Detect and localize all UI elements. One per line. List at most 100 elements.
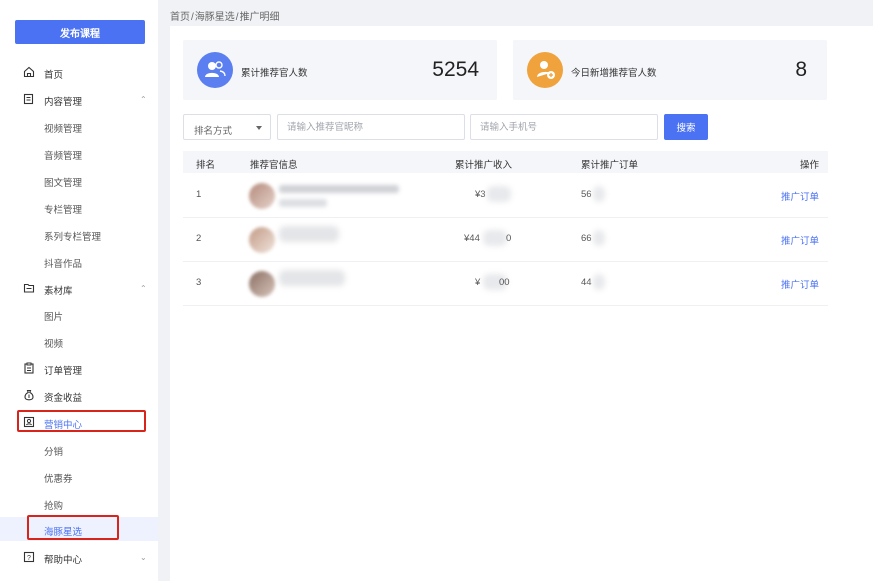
sidebar-item-douyin[interactable]: 抖音作品 (0, 249, 158, 273)
sidebar-item-label: 海豚星选 (44, 527, 83, 538)
breadcrumb-separator: / (191, 12, 194, 23)
phone-input[interactable] (470, 114, 658, 140)
sidebar-item-label: 视频管理 (44, 124, 83, 135)
cell-orders: 44 (581, 277, 592, 288)
users-icon (197, 52, 233, 88)
badge-icon (23, 416, 35, 428)
sidebar-item-label: 视频 (44, 339, 64, 350)
money-bag-icon (24, 389, 34, 401)
sidebar-item-label: 抖音作品 (44, 259, 83, 270)
breadcrumb-current: 推广明细 (239, 12, 280, 23)
chevron-up-icon: ⌃ (140, 95, 147, 104)
column-header-rank: 排名 (196, 160, 216, 171)
cell-income: ¥ (475, 277, 481, 288)
chevron-up-icon: ⌃ (140, 284, 147, 293)
redacted-name (279, 185, 399, 193)
document-icon (23, 93, 34, 105)
svg-text:?: ? (27, 555, 31, 562)
sidebar-item-content[interactable]: 内容管理 ⌃ (0, 87, 158, 111)
sidebar: 发布课程 首页 内容管理 ⌃ 视频管理 音频管理 图文管理 专栏管理 系列专栏管… (0, 0, 158, 581)
redacted-income (483, 230, 507, 246)
column-header-info: 推荐官信息 (250, 160, 298, 171)
sidebar-item-coupon[interactable]: 优惠券 (0, 464, 158, 488)
main-panel: 累计推荐官人数 5254 今日新增推荐官人数 8 排名方式 搜索 排名 推荐官信… (170, 26, 840, 581)
table-row: 1 ¥3 56 推广订单 (183, 174, 828, 218)
sidebar-item-label: 图片 (44, 312, 64, 323)
sort-select[interactable]: 排名方式 (183, 114, 271, 140)
cell-rank: 2 (196, 233, 202, 244)
sidebar-item-label: 分销 (44, 447, 64, 458)
breadcrumb-section[interactable]: 海豚星选 (195, 12, 235, 23)
cell-income: ¥3 (475, 189, 486, 200)
sidebar-item-video[interactable]: 视频管理 (0, 114, 158, 138)
stat-label-total: 累计推荐官人数 (241, 68, 308, 79)
home-icon (23, 66, 35, 78)
stat-value-today: 8 (795, 58, 807, 81)
help-icon: ? (23, 551, 35, 563)
sidebar-item-label: 优惠券 (44, 474, 73, 485)
sidebar-item-orders[interactable]: 订单管理 (0, 356, 158, 380)
redacted-orders (593, 230, 605, 246)
redacted-name (279, 226, 339, 242)
sidebar-item-label: 素材库 (44, 286, 73, 297)
column-header-action: 操作 (800, 160, 820, 171)
sidebar-item-label: 专栏管理 (44, 205, 83, 216)
sidebar-item-material-video[interactable]: 视频 (0, 329, 158, 353)
sidebar-item-dolphin[interactable]: 海豚星选 (0, 517, 158, 541)
breadcrumb-separator: / (235, 12, 239, 23)
promotion-orders-link[interactable]: 推广订单 (781, 233, 819, 247)
promotion-orders-link[interactable]: 推广订单 (781, 277, 819, 291)
promotion-orders-link[interactable]: 推广订单 (781, 189, 819, 203)
sidebar-item-label: 抢购 (44, 501, 64, 512)
table-row: 2 ¥44 0 66 推广订单 (183, 218, 828, 262)
sidebar-item-material[interactable]: 素材库 ⌃ (0, 276, 158, 300)
redacted-orders (593, 186, 605, 202)
search-button[interactable]: 搜索 (664, 114, 708, 140)
sidebar-item-help[interactable]: ? 帮助中心 ⌄ (0, 545, 158, 569)
sidebar-item-label: 系列专栏管理 (44, 232, 102, 243)
sidebar-item-image[interactable]: 图片 (0, 302, 158, 326)
sidebar-item-label: 帮助中心 (44, 555, 83, 566)
sidebar-item-label: 音频管理 (44, 151, 83, 162)
sidebar-item-label: 订单管理 (44, 366, 83, 377)
sidebar-item-marketing[interactable]: 营销中心 (0, 410, 158, 434)
sidebar-item-label: 首页 (44, 70, 64, 81)
cell-income-tail: 00 (499, 277, 510, 288)
clipboard-icon (24, 362, 34, 374)
sidebar-item-home[interactable]: 首页 (0, 60, 158, 84)
stat-label-today: 今日新增推荐官人数 (571, 68, 657, 79)
column-header-orders: 累计推广订单 (581, 160, 639, 171)
sidebar-item-distribution[interactable]: 分销 (0, 437, 158, 461)
folder-icon (23, 283, 35, 293)
sidebar-item-column[interactable]: 专栏管理 (0, 195, 158, 219)
sidebar-item-flash-sale[interactable]: 抢购 (0, 491, 158, 515)
cell-income: ¥44 (464, 233, 480, 244)
column-header-income: 累计推广收入 (455, 160, 513, 171)
sidebar-item-funds[interactable]: 资金收益 (0, 383, 158, 407)
sidebar-item-label: 资金收益 (44, 393, 83, 404)
publish-course-button[interactable]: 发布课程 (15, 20, 145, 44)
redacted-orders (593, 274, 605, 290)
avatar (249, 183, 275, 209)
avatar (249, 227, 275, 253)
stat-card-total: 累计推荐官人数 5254 (183, 40, 497, 100)
sidebar-item-label: 图文管理 (44, 178, 83, 189)
cell-orders: 66 (581, 233, 592, 244)
right-scroll-area (840, 26, 873, 581)
redacted-income (487, 186, 511, 202)
redacted-name (279, 270, 345, 286)
cell-rank: 1 (196, 189, 202, 200)
table-row: 3 ¥ 00 44 推广订单 (183, 262, 828, 306)
sidebar-item-audio[interactable]: 音频管理 (0, 141, 158, 165)
sidebar-item-series[interactable]: 系列专栏管理 (0, 222, 158, 246)
nickname-input[interactable] (277, 114, 465, 140)
caret-down-icon (256, 126, 262, 130)
cell-income-tail: 0 (506, 233, 512, 244)
table-header: 排名 推荐官信息 累计推广收入 累计推广订单 操作 (183, 151, 828, 173)
add-user-icon (527, 52, 563, 88)
chevron-down-icon: ⌄ (140, 553, 147, 562)
breadcrumb-home[interactable]: 首页 (170, 12, 190, 23)
sidebar-item-article[interactable]: 图文管理 (0, 168, 158, 192)
sidebar-item-label: 营销中心 (44, 420, 83, 431)
sort-select-value: 排名方式 (194, 126, 233, 137)
